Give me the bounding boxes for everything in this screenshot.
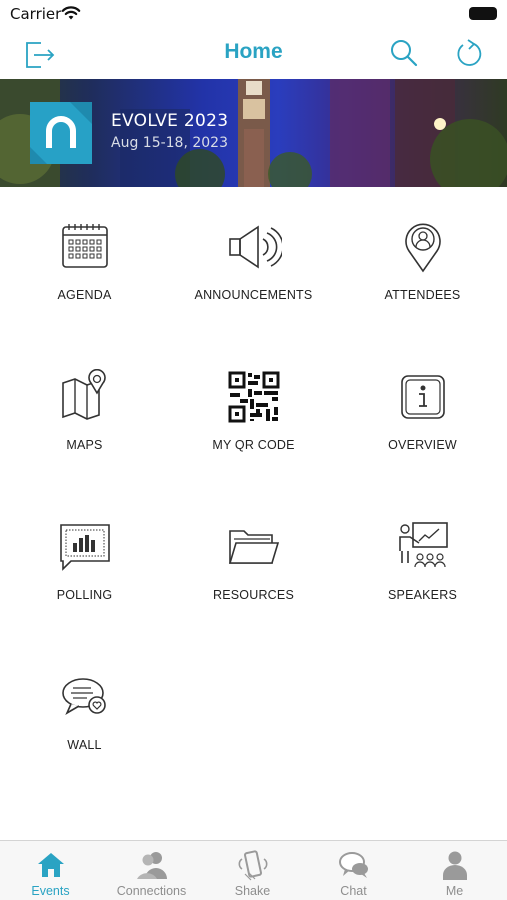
tile-label: WALL <box>67 738 102 752</box>
search-button[interactable] <box>387 36 421 70</box>
map-icon <box>57 368 113 425</box>
person-pin-icon <box>395 219 451 275</box>
presenter-icon <box>395 519 451 575</box>
tile-resources[interactable]: RESOURCES <box>169 487 338 637</box>
tile-label: MAPS <box>66 438 103 452</box>
folder-icon <box>226 519 282 575</box>
refresh-button[interactable] <box>452 36 486 70</box>
page-title: Home <box>224 40 283 63</box>
people-icon <box>136 849 168 881</box>
status-bar: Carrier <box>0 0 507 28</box>
tab-connections[interactable]: Connections <box>101 841 202 900</box>
calendar-icon <box>57 219 113 275</box>
tile-agenda[interactable]: AGENDA <box>0 187 169 337</box>
tab-label: Chat <box>340 884 367 898</box>
tile-label: POLLING <box>56 588 113 602</box>
tab-label: Connections <box>116 884 187 898</box>
tab-shake[interactable]: Shake <box>202 841 303 900</box>
tile-announcements[interactable]: ANNOUNCEMENTS <box>169 187 338 337</box>
battery-icon <box>469 7 497 20</box>
qr-code-icon <box>226 369 282 425</box>
tile-label: AGENDA <box>57 288 112 302</box>
tile-label: ANNOUNCEMENTS <box>194 288 313 302</box>
tab-label: Events <box>31 884 70 898</box>
navigation-bar: Home <box>0 28 507 78</box>
event-banner[interactable]: EVOLVE 2023 Aug 15-18, 2023 <box>0 79 507 187</box>
tile-my-qr-code[interactable]: MY QR CODE <box>169 337 338 487</box>
tile-attendees[interactable]: ATTENDEES <box>338 187 507 337</box>
event-name: EVOLVE 2023 <box>111 111 229 131</box>
tab-label: Shake <box>234 884 271 898</box>
tile-polling[interactable]: POLLING <box>0 487 169 637</box>
tab-chat[interactable]: Chat <box>303 841 404 900</box>
chat-bubbles-icon <box>57 669 113 725</box>
tile-label: ATTENDEES <box>384 288 461 302</box>
tile-label: OVERVIEW <box>388 438 457 452</box>
home-icon <box>35 849 67 881</box>
tile-label: MY QR CODE <box>212 438 295 452</box>
tile-speakers[interactable]: SPEAKERS <box>338 487 507 637</box>
tile-label: RESOURCES <box>213 588 294 602</box>
event-dates: Aug 15-18, 2023 <box>111 135 228 151</box>
refresh-icon <box>457 39 482 66</box>
tab-me[interactable]: Me <box>404 841 505 900</box>
chat-icon <box>338 849 370 881</box>
tab-bar: Events Connections Shake Chat Me <box>0 840 507 900</box>
tile-overview[interactable]: OVERVIEW <box>338 337 507 487</box>
event-logo <box>30 102 92 164</box>
phone-shake-icon <box>237 849 269 881</box>
person-icon <box>439 849 471 881</box>
tab-events[interactable]: Events <box>0 841 101 900</box>
poll-chart-icon <box>57 519 113 575</box>
wifi-icon <box>61 5 81 26</box>
tile-wall[interactable]: WALL <box>0 637 169 787</box>
megaphone-icon <box>226 219 284 275</box>
tab-label: Me <box>445 884 464 898</box>
info-icon <box>395 369 451 425</box>
tile-maps[interactable]: MAPS <box>0 337 169 487</box>
search-icon <box>391 40 418 67</box>
carrier-label: Carrier <box>10 5 62 23</box>
tile-label: SPEAKERS <box>388 588 457 602</box>
